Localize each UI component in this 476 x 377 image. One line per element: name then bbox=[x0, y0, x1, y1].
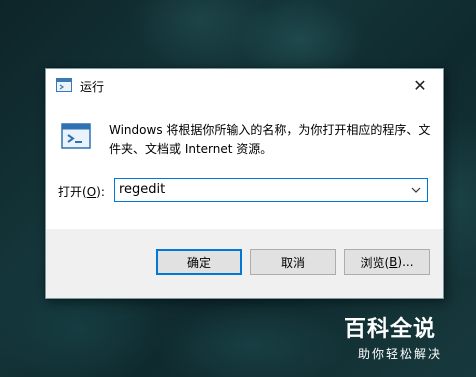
title-bar[interactable]: 运行 ✕ bbox=[46, 69, 443, 101]
run-app-icon bbox=[61, 123, 91, 149]
watermark: 百科全说 助你轻松解决 bbox=[340, 311, 470, 371]
chevron-down-icon[interactable] bbox=[409, 183, 423, 197]
open-input[interactable]: regedit bbox=[119, 182, 165, 197]
ok-button[interactable]: 确定 bbox=[156, 249, 242, 275]
close-icon: ✕ bbox=[413, 75, 427, 95]
open-field-label: 打开(O): bbox=[58, 185, 105, 199]
watermark-title: 百科全说 bbox=[344, 317, 437, 342]
open-combobox[interactable]: regedit bbox=[114, 178, 428, 202]
button-bar: 确定 取消 浏览(B)... bbox=[46, 229, 443, 298]
run-app-icon bbox=[56, 78, 72, 92]
window-title: 运行 bbox=[80, 80, 105, 94]
run-dialog: 运行 ✕ Windows 将根据你所输入的名称，为你打开相应的程序、文件夹、文档… bbox=[45, 68, 444, 299]
cancel-button[interactable]: 取消 bbox=[250, 249, 336, 275]
watermark-subtitle: 助你轻松解决 bbox=[358, 347, 443, 361]
browse-button[interactable]: 浏览(B)... bbox=[344, 249, 430, 275]
description-text: Windows 将根据你所输入的名称，为你打开相应的程序、文件夹、文档或 Int… bbox=[109, 123, 431, 156]
close-button[interactable]: ✕ bbox=[397, 69, 443, 101]
